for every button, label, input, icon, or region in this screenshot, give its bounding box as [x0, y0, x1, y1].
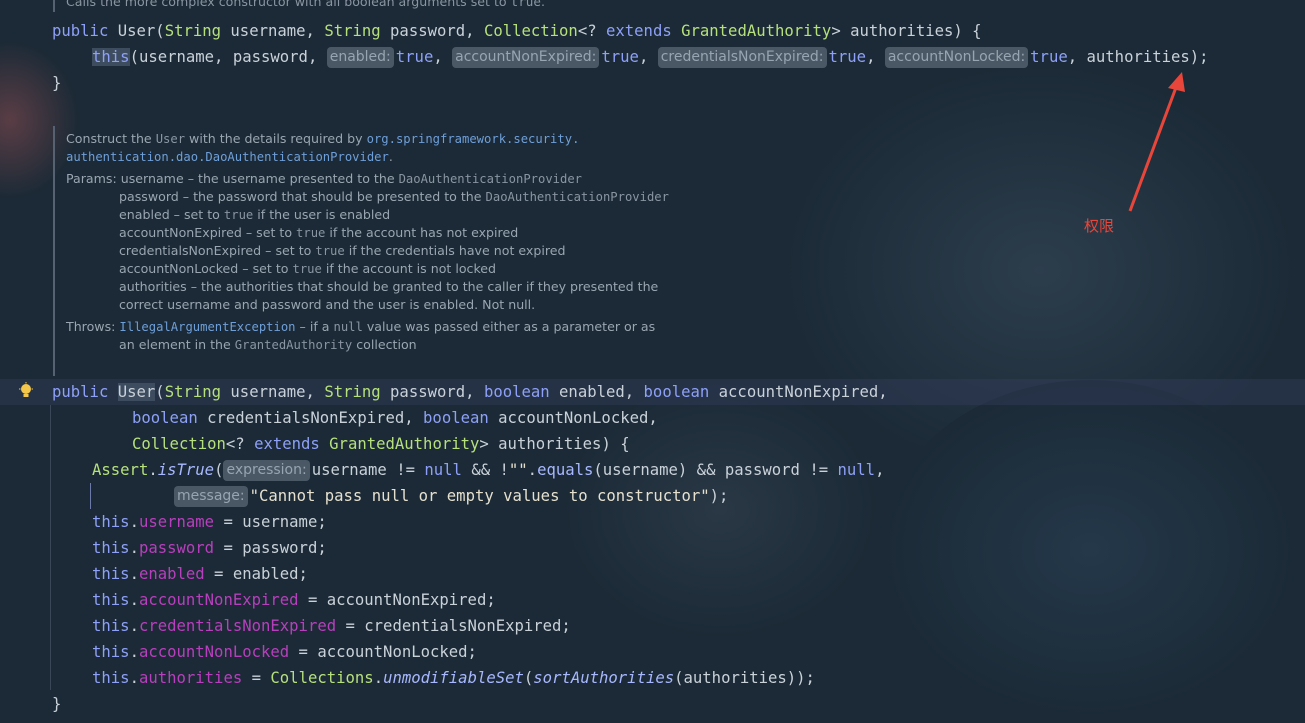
code-line[interactable]: this.accountNonLocked = accountNonLocked… [92, 639, 477, 665]
code-line[interactable]: Collection<? extends GrantedAuthority> a… [132, 431, 630, 457]
param-hint: enabled: [326, 47, 394, 68]
lightbulb-icon[interactable] [18, 382, 34, 400]
code-line[interactable]: Assert.isTrue(expression: username != nul… [92, 457, 884, 483]
code-line[interactable]: this.accountNonExpired = accountNonExpir… [92, 587, 496, 613]
code-editor[interactable]: Calls the more complex constructor with … [0, 0, 1305, 723]
doc-comment-bar [53, 0, 55, 12]
param-hint: accountNonLocked: [884, 47, 1029, 68]
doc-link[interactable]: authentication.dao.DaoAuthenticationProv… [66, 150, 389, 164]
param-hint: expression: [223, 460, 310, 481]
code-line[interactable]: this.username = username; [92, 509, 327, 535]
indent-guide [50, 405, 51, 690]
code-line[interactable]: this.enabled = enabled; [92, 561, 308, 587]
code-line[interactable]: message: "Cannot pass null or empty value… [174, 483, 728, 509]
code-line[interactable]: public User(String username, String pass… [52, 18, 982, 44]
code-line[interactable]: this.credentialsNonExpired = credentials… [92, 613, 571, 639]
doc-link[interactable]: IllegalArgumentException [119, 320, 295, 334]
param-hint: accountNonExpired: [452, 47, 600, 68]
code-line[interactable]: this(username, password, enabled: true, a… [92, 44, 1209, 70]
code-line[interactable]: this.password = password; [92, 535, 327, 561]
doc-comment-bar [53, 126, 55, 376]
indent-guide [90, 483, 91, 509]
code-line[interactable]: } [52, 691, 61, 717]
doc-comment-top: Calls the more complex constructor with … [66, 0, 545, 9]
doc-link[interactable]: org.springframework.security. [367, 132, 580, 146]
annotation-label: 权限 [1084, 217, 1115, 235]
code-line[interactable]: public User(String username, String pass… [52, 379, 888, 405]
code-line[interactable]: boolean credentialsNonExpired, boolean a… [132, 405, 658, 431]
param-hint: message: [174, 486, 248, 507]
red-arrow-icon [1128, 72, 1185, 212]
javadoc-comment: Construct the User with the details requ… [66, 131, 669, 352]
code-line[interactable]: this.authorities = Collections.unmodifia… [92, 665, 815, 691]
code-line[interactable]: } [52, 70, 61, 96]
param-hint: credentialsNonExpired: [657, 47, 827, 68]
